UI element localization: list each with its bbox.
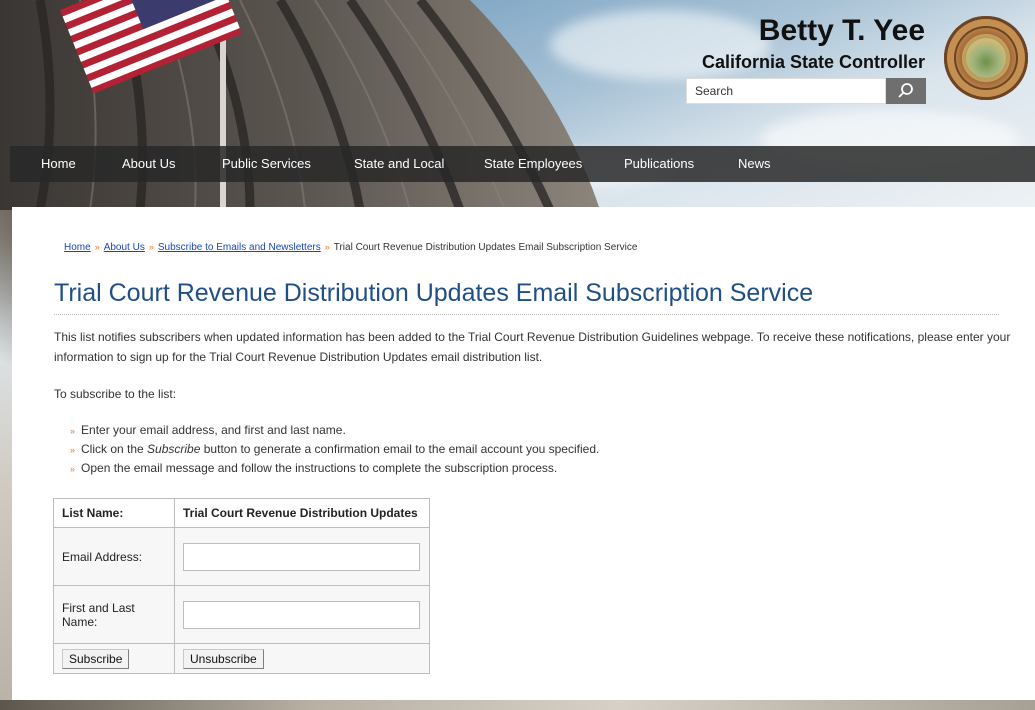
breadcrumb: Home» About Us» Subscribe to Emails and Ne… xyxy=(64,242,637,253)
list-name-value: Trial Court Revenue Distribution Updates xyxy=(174,498,430,528)
breadcrumb-subscribe[interactable]: Subscribe to Emails and Newsletters xyxy=(158,242,321,253)
bullet-arrow-icon: » xyxy=(70,445,76,455)
controller-title: California State Controller xyxy=(701,52,925,72)
subscription-form: List Name: Trial Court Revenue Distribut… xyxy=(53,498,430,674)
unsubscribe-button[interactable]: Unsubscribe xyxy=(183,648,264,669)
nav-item-state-employees[interactable]: State Employees xyxy=(484,146,582,182)
breadcrumb-about-us[interactable]: About Us xyxy=(104,242,145,253)
list-item: » Open the email message and follow the i… xyxy=(70,461,558,475)
full-name-label: First and Last Name: xyxy=(53,585,175,644)
breadcrumb-separator-icon: » xyxy=(324,242,330,252)
breadcrumb-home[interactable]: Home xyxy=(64,242,91,253)
nav-item-state-and-local[interactable]: State and Local xyxy=(354,146,444,182)
instruction-list: » Enter your email address, and first and… xyxy=(70,421,599,478)
full-name-field[interactable] xyxy=(183,600,420,629)
list-item: » Enter your email address, and first and… xyxy=(70,423,346,437)
bullet-arrow-icon: » xyxy=(70,426,76,436)
bullet-arrow-icon: » xyxy=(70,464,76,474)
email-address-label: Email Address: xyxy=(53,527,175,586)
page-title: Trial Court Revenue Distribution Updates… xyxy=(54,279,999,315)
list-item: » Click on the Subscribe button to genera… xyxy=(70,442,600,456)
nav-item-publications[interactable]: Publications xyxy=(624,146,694,182)
state-controller-seal-icon[interactable] xyxy=(944,16,1028,100)
nav-item-home[interactable]: Home xyxy=(41,146,76,182)
nav-item-news[interactable]: News xyxy=(738,146,771,182)
controller-name: Betty T. Yee xyxy=(758,14,925,47)
breadcrumb-separator-icon: » xyxy=(148,242,154,252)
breadcrumb-current: Trial Court Revenue Distribution Updates… xyxy=(333,242,638,253)
search-icon xyxy=(898,83,913,98)
content-panel: Home» About Us» Subscribe to Emails and Ne… xyxy=(12,207,1035,700)
email-address-field[interactable] xyxy=(183,542,420,571)
instructions-lead: To subscribe to the list: xyxy=(54,387,177,401)
list-name-label: List Name: xyxy=(53,498,175,528)
search-input[interactable] xyxy=(686,78,886,104)
nav-item-public-services[interactable]: Public Services xyxy=(222,146,311,182)
intro-paragraph: This list notifies subscribers when upda… xyxy=(54,330,1011,364)
nav-item-about-us[interactable]: About Us xyxy=(122,146,175,182)
main-nav: Home About Us Public Services State and … xyxy=(10,146,1035,182)
breadcrumb-separator-icon: » xyxy=(94,242,100,252)
search-button[interactable] xyxy=(886,78,926,104)
subscribe-button[interactable]: Subscribe xyxy=(62,648,130,669)
footer-background-strip xyxy=(0,700,1035,710)
